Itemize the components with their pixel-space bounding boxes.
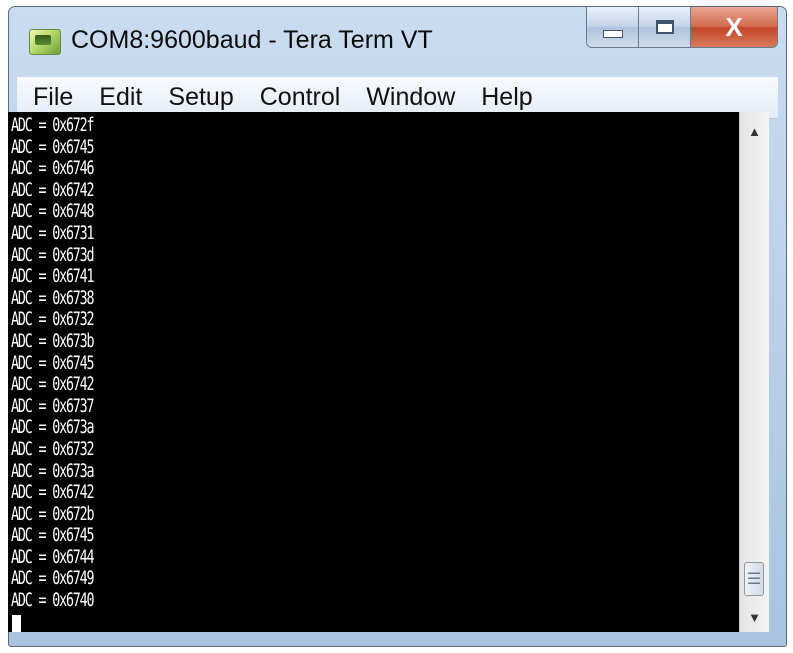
- terminal-line: ADC = 0x6731: [11, 222, 95, 244]
- terminal-line: ADC = 0x6741: [11, 266, 95, 288]
- terminal-line: ADC = 0x6732: [11, 438, 95, 460]
- menu-edit[interactable]: Edit: [99, 83, 142, 112]
- terminal-line: ADC = 0x673a: [11, 460, 95, 482]
- maximize-button[interactable]: [639, 7, 691, 47]
- menu-setup[interactable]: Setup: [168, 83, 233, 112]
- terminal-line: ADC = 0x6742: [11, 374, 95, 396]
- chevron-up-icon: ▲: [748, 123, 761, 139]
- close-icon: X: [725, 11, 743, 42]
- terminal-line: ADC = 0x6737: [11, 395, 95, 417]
- terminal-line: ADC = 0x6745: [11, 525, 95, 547]
- window-title: COM8:9600baud - Tera Term VT: [71, 26, 433, 54]
- terminal-line: ADC = 0x6745: [11, 136, 95, 158]
- vertical-scrollbar[interactable]: ▲ ☰ ▼: [739, 112, 769, 632]
- maximize-icon: [655, 20, 674, 34]
- menu-file[interactable]: File: [33, 83, 73, 112]
- terminal-lines: ADC = 0x672f ADC = 0x6745 ADC = 0x6746 A…: [11, 115, 125, 612]
- scroll-up-button[interactable]: ▲: [740, 116, 769, 146]
- menu-control[interactable]: Control: [260, 83, 341, 112]
- terminal-line: ADC = 0x6738: [11, 287, 95, 309]
- terminal-line: ADC = 0x6732: [11, 309, 95, 331]
- terminal-line: ADC = 0x6749: [11, 568, 95, 590]
- terminal-line: ADC = 0x673d: [11, 244, 95, 266]
- scroll-thumb[interactable]: ☰: [744, 562, 764, 596]
- terminal-line: ADC = 0x672f: [11, 115, 95, 136]
- terminal-line: ADC = 0x6748: [11, 201, 95, 223]
- menu-help[interactable]: Help: [481, 83, 532, 112]
- terminal-line: ADC = 0x6742: [11, 179, 95, 201]
- close-button[interactable]: X: [691, 7, 777, 47]
- terminal-line: ADC = 0x6744: [11, 546, 95, 568]
- terminal-line: ADC = 0x6746: [11, 158, 95, 180]
- text-cursor: [12, 615, 21, 632]
- caption-buttons: X: [586, 7, 778, 48]
- minimize-button[interactable]: [587, 7, 639, 47]
- terminal-line: ADC = 0x673b: [11, 330, 95, 352]
- title-bar[interactable]: COM8:9600baud - Tera Term VT X: [9, 7, 786, 75]
- grip-icon: ☰: [746, 571, 762, 588]
- terminal-line: ADC = 0x6742: [11, 482, 95, 504]
- terminal-line: ADC = 0x6745: [11, 352, 95, 374]
- terminal-line: ADC = 0x6740: [11, 590, 95, 612]
- chevron-down-icon: ▼: [748, 609, 761, 625]
- menu-window[interactable]: Window: [366, 83, 455, 112]
- scroll-down-button[interactable]: ▼: [740, 602, 769, 632]
- terminal-output[interactable]: ADC = 0x672f ADC = 0x6745 ADC = 0x6746 A…: [8, 112, 739, 632]
- terminal-line: ADC = 0x673a: [11, 417, 95, 439]
- terminal-line: ADC = 0x672b: [11, 503, 95, 525]
- minimize-icon: [602, 30, 623, 38]
- tera-term-app-icon[interactable]: [29, 29, 61, 55]
